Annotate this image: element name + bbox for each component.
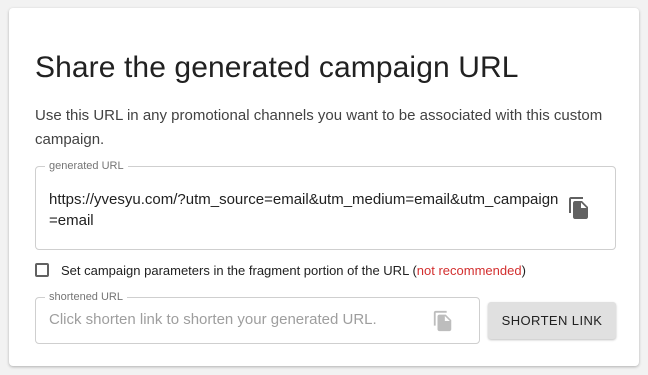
shortened-url-field: shortened URL <box>35 290 480 344</box>
shorten-link-button[interactable]: SHORTEN LINK <box>488 302 616 339</box>
panel-title: Share the generated campaign URL <box>35 51 519 84</box>
shortened-url-input[interactable] <box>49 311 419 328</box>
share-url-panel: Share the generated campaign URL Use thi… <box>9 8 639 366</box>
generated-url-field[interactable]: generated URL https://yvesyu.com/?utm_so… <box>35 159 616 250</box>
generated-url-legend: generated URL <box>45 159 128 173</box>
copy-icon[interactable] <box>567 196 591 220</box>
generated-url-value[interactable]: https://yvesyu.com/?utm_source=email&utm… <box>49 189 559 231</box>
fragment-checkbox[interactable] <box>35 263 49 277</box>
copy-icon[interactable] <box>432 310 454 332</box>
shortened-url-legend: shortened URL <box>45 290 127 304</box>
panel-description: Use this URL in any promotional channels… <box>35 107 603 148</box>
fragment-checkbox-label[interactable]: Set campaign parameters in the fragment … <box>61 263 526 278</box>
fragment-label-text: Set campaign parameters in the fragment … <box>61 262 409 278</box>
paren-close: ) <box>521 262 526 278</box>
fragment-option-row: Set campaign parameters in the fragment … <box>35 261 526 279</box>
not-recommended-note: not recommended <box>416 262 522 278</box>
